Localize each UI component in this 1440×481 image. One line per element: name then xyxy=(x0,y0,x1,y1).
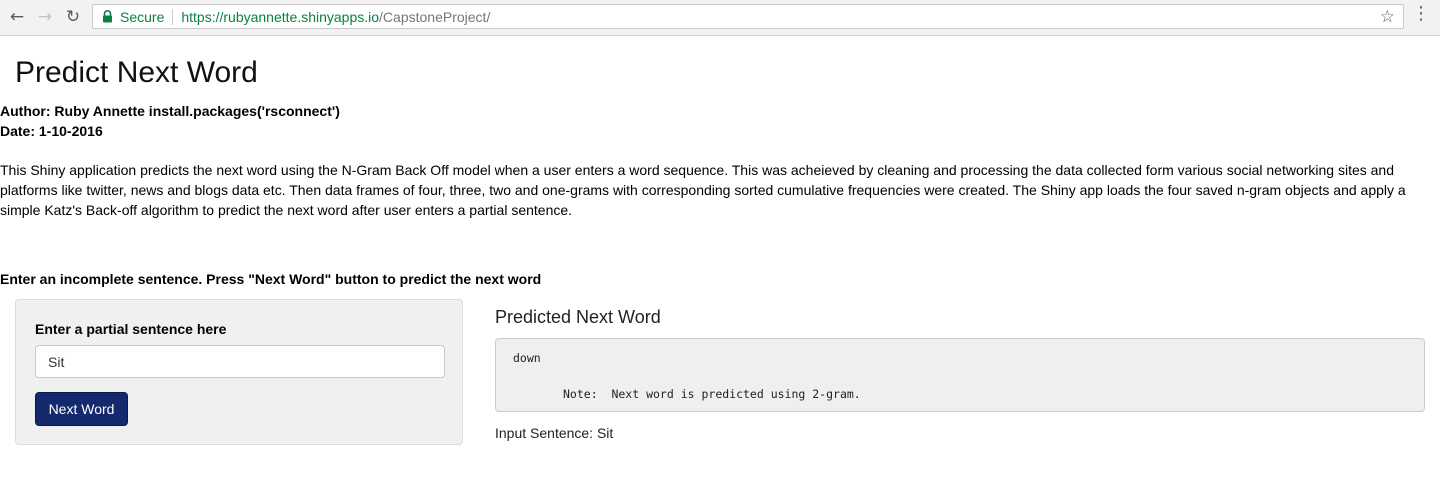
instruction-text: Enter an incomplete sentence. Press "Nex… xyxy=(0,271,542,287)
author-line: Author: Ruby Annette install.packages('r… xyxy=(0,103,340,119)
input-sentence-echo: Input Sentence: Sit xyxy=(495,425,614,441)
back-arrow-icon[interactable]: ← xyxy=(6,6,28,28)
predicted-word: down xyxy=(513,351,541,365)
lock-icon xyxy=(98,8,116,26)
sentence-input-label: Enter a partial sentence here xyxy=(35,321,227,337)
next-word-button[interactable]: Next Word xyxy=(35,392,128,426)
menu-dots-icon[interactable]: ⋮ xyxy=(1412,5,1430,23)
url-host: https://rubyannette.shinyapps.io xyxy=(181,8,380,25)
forward-arrow-icon[interactable]: → xyxy=(34,6,56,28)
prediction-output: down Note: Next word is predicted using … xyxy=(495,338,1425,412)
url-path: /CapstoneProject/ xyxy=(379,8,491,25)
sentence-input[interactable] xyxy=(35,345,445,378)
secure-label: Secure xyxy=(120,8,165,25)
address-bar[interactable]: Secure https://rubyannette.shinyapps.io /… xyxy=(92,4,1404,29)
star-icon[interactable]: ☆ xyxy=(1380,7,1395,27)
date-line: Date: 1-10-2016 xyxy=(0,123,103,139)
browser-toolbar: ← → ↻ Secure https://rubyannette.shinyap… xyxy=(0,0,1440,36)
page-title: Predict Next Word xyxy=(15,56,258,89)
app-description: This Shiny application predicts the next… xyxy=(0,162,1406,218)
reload-icon[interactable]: ↻ xyxy=(62,6,84,28)
input-panel: Enter a partial sentence here Next Word xyxy=(15,299,463,445)
author-block: Author: Ruby Annette install.packages('r… xyxy=(0,101,340,141)
address-divider xyxy=(172,8,174,25)
predicted-heading: Predicted Next Word xyxy=(495,307,661,327)
prediction-note: Note: Next word is predicted using 2-gra… xyxy=(563,387,861,401)
